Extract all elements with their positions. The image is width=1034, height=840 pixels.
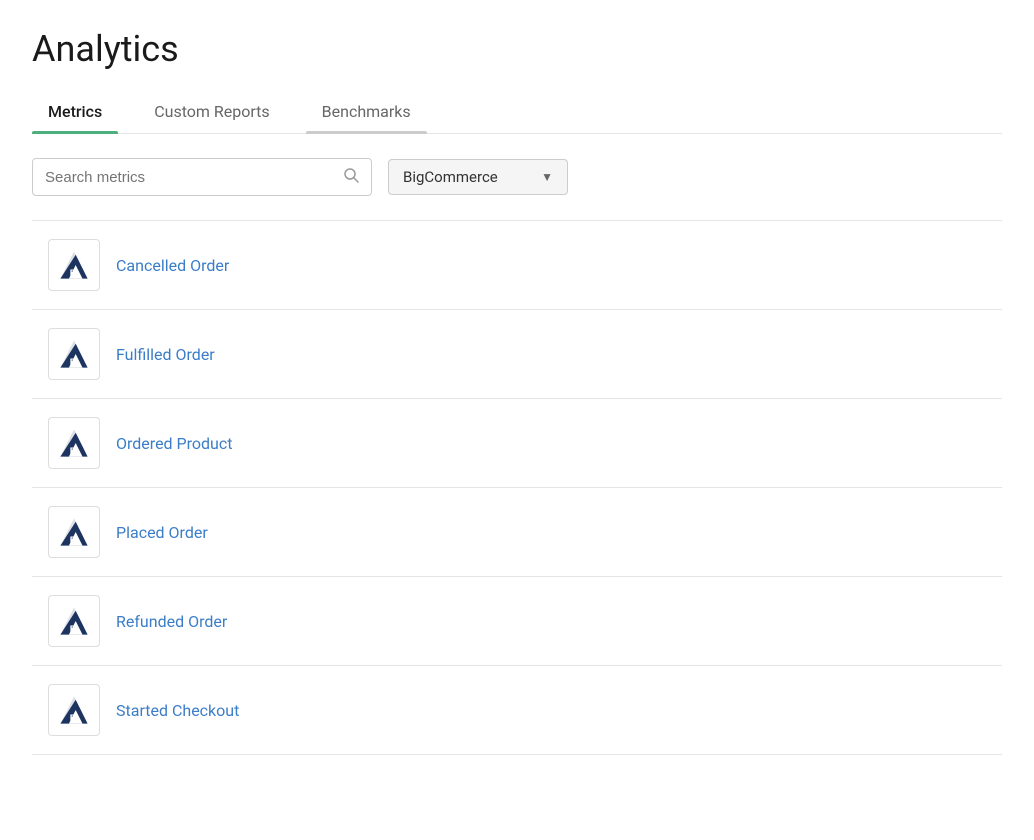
metric-icon-started-checkout: B <box>48 684 100 736</box>
tab-benchmarks[interactable]: Benchmarks <box>306 90 427 133</box>
metric-label-ordered-product[interactable]: Ordered Product <box>116 434 232 453</box>
metric-row[interactable]: B Cancelled Order <box>32 221 1002 310</box>
metric-label-placed-order[interactable]: Placed Order <box>116 523 208 542</box>
metric-icon-cancelled-order: B <box>48 239 100 291</box>
search-box <box>32 158 372 196</box>
metric-row[interactable]: B Fulfilled Order <box>32 310 1002 399</box>
tab-custom-reports[interactable]: Custom Reports <box>138 90 285 133</box>
content-area: BigCommerce ▼ B Cancelled Order <box>0 134 1034 779</box>
metric-label-cancelled-order[interactable]: Cancelled Order <box>116 256 229 275</box>
provider-dropdown[interactable]: BigCommerce ▼ <box>388 159 568 195</box>
svg-text:B: B <box>70 535 77 545</box>
search-icon <box>343 167 359 187</box>
metric-row[interactable]: B Placed Order <box>32 488 1002 577</box>
provider-dropdown-value: BigCommerce <box>403 168 498 186</box>
metric-label-started-checkout[interactable]: Started Checkout <box>116 701 239 720</box>
tabs-navigation: Metrics Custom Reports Benchmarks <box>32 90 1002 134</box>
metric-icon-ordered-product: B <box>48 417 100 469</box>
metric-row[interactable]: B Started Checkout <box>32 666 1002 755</box>
filters-row: BigCommerce ▼ <box>32 158 1002 196</box>
svg-text:B: B <box>70 357 77 367</box>
svg-text:B: B <box>70 268 77 278</box>
metric-icon-placed-order: B <box>48 506 100 558</box>
metric-icon-refunded-order: B <box>48 595 100 647</box>
metric-row[interactable]: B Refunded Order <box>32 577 1002 666</box>
search-input[interactable] <box>45 169 339 186</box>
svg-text:B: B <box>70 713 77 723</box>
metric-icon-fulfilled-order: B <box>48 328 100 380</box>
svg-text:B: B <box>70 446 77 456</box>
metric-row[interactable]: B Ordered Product <box>32 399 1002 488</box>
metrics-list: B Cancelled Order B Fulfilled Order <box>32 220 1002 755</box>
page-header: Analytics Metrics Custom Reports Benchma… <box>0 0 1034 134</box>
tab-metrics[interactable]: Metrics <box>32 90 118 133</box>
metric-label-fulfilled-order[interactable]: Fulfilled Order <box>116 345 215 364</box>
chevron-down-icon: ▼ <box>541 170 553 184</box>
svg-text:B: B <box>70 624 77 634</box>
metric-label-refunded-order[interactable]: Refunded Order <box>116 612 227 631</box>
page-title: Analytics <box>32 28 1002 70</box>
